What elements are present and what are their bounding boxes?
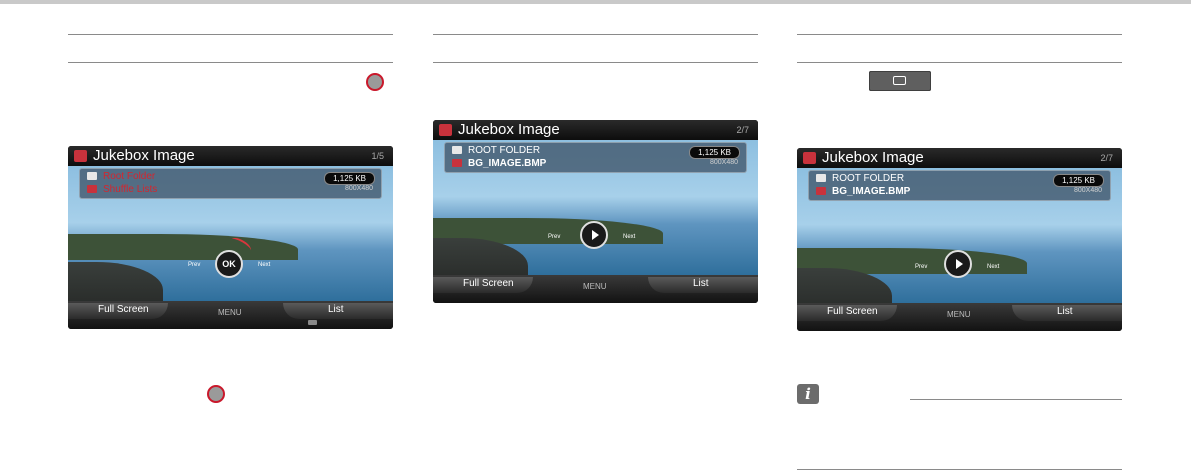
file-row[interactable]: BG_IMAGE.BMP: [816, 186, 910, 198]
screen-titlebar: Jukebox Image 1/5: [68, 146, 393, 166]
col2-rule-top: [433, 34, 758, 35]
file-info-box: Root Folder Shuffle Lists 1,125 KB 800X4…: [79, 168, 382, 199]
play-button[interactable]: [580, 221, 608, 249]
resolution: 800X480: [344, 185, 373, 192]
screen-bottom-bar: Full Screen MENU List: [797, 303, 1122, 331]
folder-icon: [816, 174, 826, 183]
image-file-icon: [87, 185, 97, 194]
resolution: 800X480: [1073, 187, 1102, 194]
folder-name: ROOT FOLDER: [468, 145, 541, 156]
col2-rule-second: [433, 62, 758, 63]
col3-rule-top: [797, 34, 1122, 35]
page-indicator: 2/7: [736, 125, 749, 135]
photo-rocks: [433, 238, 528, 278]
full-screen-button[interactable]: Full Screen: [827, 306, 878, 317]
menu-indicator-icon: [308, 320, 317, 325]
screen-titlebar: Jukebox Image 2/7: [797, 148, 1122, 168]
full-screen-button[interactable]: Full Screen: [98, 304, 149, 315]
next-label: Next: [987, 264, 1000, 270]
play-button[interactable]: [944, 250, 972, 278]
screen-title: Jukebox Image: [822, 149, 924, 166]
photo-rocks: [68, 262, 163, 302]
page-indicator: 2/7: [1100, 153, 1113, 163]
folder-row[interactable]: ROOT FOLDER: [452, 145, 540, 157]
folder-icon: [87, 172, 97, 181]
play-icon: [955, 259, 963, 269]
menu-button[interactable]: MENU: [218, 308, 242, 317]
note-rule-bottom: [797, 469, 1122, 470]
col1-rule-top: [68, 34, 393, 35]
file-name: BG_IMAGE.BMP: [468, 158, 547, 169]
note-rule-top: [910, 399, 1122, 400]
list-button[interactable]: List: [328, 304, 344, 315]
screen-title: Jukebox Image: [458, 121, 560, 138]
screen-glyph-icon: [893, 76, 906, 85]
file-size: 1,125 KB: [689, 146, 740, 159]
screen-button-icon: [869, 71, 931, 91]
image-file-icon: [816, 187, 826, 196]
list-button[interactable]: List: [1057, 306, 1073, 317]
page-indicator: 1/5: [371, 151, 384, 161]
jukebox-image-icon: [803, 152, 816, 164]
menu-button[interactable]: MENU: [947, 310, 971, 319]
file-info-box: ROOT FOLDER BG_IMAGE.BMP 1,125 KB 800X48…: [444, 142, 747, 173]
list-button[interactable]: List: [693, 278, 709, 289]
screen-title: Jukebox Image: [93, 147, 195, 164]
image-file-icon: [452, 159, 462, 168]
prev-label: Prev: [915, 264, 928, 270]
folder-icon: [452, 146, 462, 155]
screen-bottom-bar: Full Screen MENU List: [68, 301, 393, 329]
screen-1-jukebox: Jukebox Image 1/5 Root Folder Shuffle Li…: [68, 146, 393, 329]
screen-bottom-bar: Full Screen MENU List: [433, 275, 758, 303]
folder-row[interactable]: Root Folder: [87, 171, 155, 183]
photo-hill: [68, 234, 298, 260]
next-label: Next: [258, 262, 271, 268]
col1-rule-second: [68, 62, 393, 63]
folder-row[interactable]: ROOT FOLDER: [816, 173, 904, 185]
file-info-box: ROOT FOLDER BG_IMAGE.BMP 1,125 KB 800X48…: [808, 170, 1111, 201]
file-name: Shuffle Lists: [103, 184, 158, 195]
prev-label: Prev: [548, 234, 561, 240]
screen-3-jukebox: Jukebox Image 2/7 ROOT FOLDER BG_IMAGE.B…: [797, 148, 1122, 331]
knob-button-icon-2: [207, 385, 225, 403]
knob-button-icon: [366, 73, 384, 91]
folder-name: Root Folder: [103, 171, 156, 182]
top-border: [0, 0, 1191, 4]
folder-name: ROOT FOLDER: [832, 173, 905, 184]
file-row[interactable]: BG_IMAGE.BMP: [452, 158, 546, 170]
screen-titlebar: Jukebox Image 2/7: [433, 120, 758, 140]
jukebox-image-icon: [74, 150, 87, 162]
play-icon: [591, 230, 599, 240]
next-label: Next: [623, 234, 636, 240]
file-name: BG_IMAGE.BMP: [832, 186, 911, 197]
file-row[interactable]: Shuffle Lists: [87, 184, 157, 196]
menu-button[interactable]: MENU: [583, 282, 607, 291]
info-icon: i: [797, 384, 819, 404]
jukebox-image-icon: [439, 124, 452, 136]
photo-rocks: [797, 268, 892, 308]
full-screen-button[interactable]: Full Screen: [463, 278, 514, 289]
file-size: 1,125 KB: [1053, 174, 1104, 187]
ok-button[interactable]: OK: [215, 250, 243, 278]
screen-2-jukebox: Jukebox Image 2/7 ROOT FOLDER BG_IMAGE.B…: [433, 120, 758, 303]
file-size: 1,125 KB: [324, 172, 375, 185]
resolution: 800X480: [709, 159, 738, 166]
col3-rule-second: [797, 62, 1122, 63]
prev-label: Prev: [188, 262, 201, 268]
